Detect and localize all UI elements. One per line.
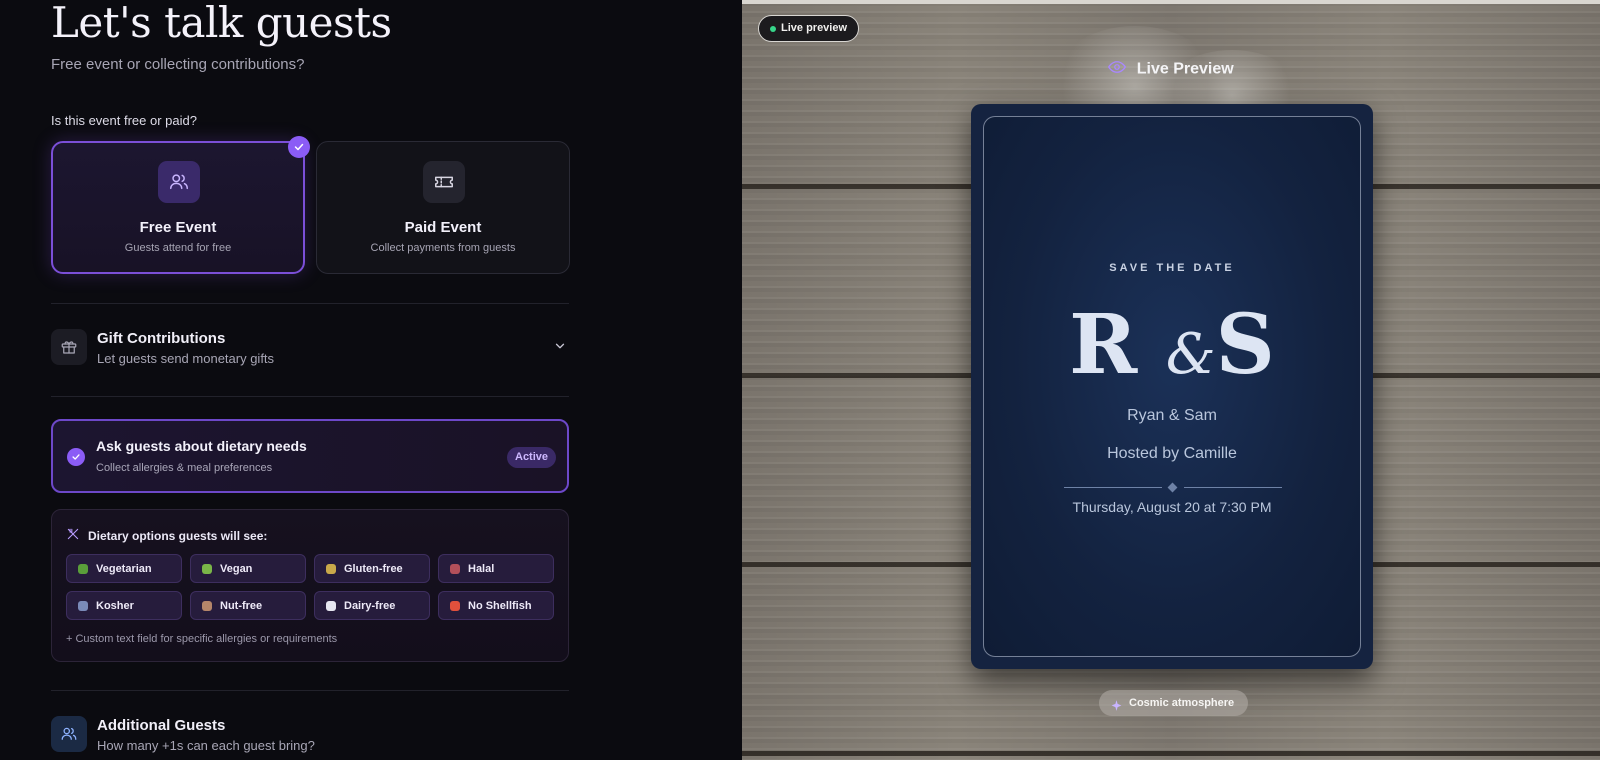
paid-event-title: Paid Event — [404, 219, 482, 236]
save-the-date-kicker: SAVE THE DATE — [1109, 262, 1235, 274]
users-icon — [51, 716, 87, 752]
event-date: Thursday, August 20 at 7:30 PM — [1072, 499, 1272, 515]
page-subtitle: Free event or collecting contributions? — [51, 56, 305, 73]
free-event-option[interactable]: Free Event Guests attend for free — [51, 141, 305, 274]
divider — [51, 396, 569, 397]
vegan-icon — [202, 563, 212, 574]
check-icon — [67, 448, 85, 466]
gift-contributions-title[interactable]: Gift Contributions — [97, 330, 225, 347]
dairy-free-icon — [326, 600, 336, 611]
gluten-free-icon — [326, 563, 336, 574]
divider — [51, 690, 569, 691]
dietary-needs-description: Collect allergies & meal preferences — [96, 462, 273, 474]
live-preview-title: Live Preview — [742, 60, 1600, 79]
chip-nut-free[interactable]: Nut-free — [190, 591, 306, 620]
chevron-down-icon[interactable] — [553, 339, 567, 358]
gift-icon — [51, 329, 87, 365]
chip-vegetarian[interactable]: Vegetarian — [66, 554, 182, 583]
dietary-options-heading: Dietary options guests will see: — [66, 527, 267, 544]
paid-event-option[interactable]: Paid Event Collect payments from guests — [316, 141, 570, 274]
paid-event-description: Collect payments from guests — [370, 242, 516, 254]
invitation-card-inner: SAVE THE DATE R &S Ryan & Sam Hosted by … — [983, 116, 1361, 657]
utensils-icon — [66, 527, 80, 544]
free-event-title: Free Event — [139, 219, 217, 236]
monogram: R &S — [1069, 297, 1275, 393]
gift-contributions-description: Let guests send monetary gifts — [97, 351, 275, 366]
additional-guests-description: How many +1s can each guest bring? — [97, 738, 315, 753]
chip-dairy-free[interactable]: Dairy-free — [314, 591, 430, 620]
nut-free-icon — [202, 600, 212, 611]
dietary-needs-toggle[interactable]: Ask guests about dietary needs Collect a… — [51, 419, 569, 493]
additional-guests-title[interactable]: Additional Guests — [97, 717, 225, 734]
atmosphere-chip[interactable]: Cosmic atmosphere — [1099, 690, 1249, 716]
chip-vegan[interactable]: Vegan — [190, 554, 306, 583]
kosher-icon — [78, 600, 88, 611]
users-icon — [158, 161, 200, 203]
dietary-needs-title: Ask guests about dietary needs — [96, 438, 307, 454]
page-title: Let's talk guests — [51, 0, 392, 47]
ornament-divider — [1064, 482, 1282, 493]
eye-icon — [1108, 60, 1127, 79]
pricing-question: Is this event free or paid? — [51, 113, 197, 128]
chip-halal[interactable]: Halal — [438, 554, 554, 583]
chip-gluten-free[interactable]: Gluten-free — [314, 554, 430, 583]
invitation-card: SAVE THE DATE R &S Ryan & Sam Hosted by … — [971, 104, 1373, 669]
custom-field-note: + Custom text field for specific allergi… — [66, 633, 338, 645]
divider — [51, 303, 569, 304]
couple-names: Ryan & Sam — [1127, 407, 1217, 424]
dietary-options-panel: Dietary options guests will see: Vegetar… — [51, 509, 569, 662]
live-preview-chip: Live preview — [758, 15, 860, 42]
preview-panel: Live preview Live Preview SAVE THE DATE … — [742, 0, 1600, 760]
ticket-icon — [423, 161, 465, 203]
divider — [742, 0, 1600, 4]
settings-panel: Let's talk guests Free event or collecti… — [0, 0, 742, 760]
live-status-dot-icon — [770, 26, 776, 32]
selected-check-icon — [288, 136, 310, 158]
no-shellfish-icon — [450, 600, 460, 611]
dietary-chip-grid: Vegetarian Vegan Gluten-free Halal Koshe… — [66, 554, 554, 620]
chip-no-shellfish[interactable]: No Shellfish — [438, 591, 554, 620]
halal-icon — [450, 563, 460, 574]
free-event-description: Guests attend for free — [124, 242, 232, 254]
chip-kosher[interactable]: Kosher — [66, 591, 182, 620]
host-line: Hosted by Camille — [1107, 445, 1237, 462]
vegetarian-icon — [78, 563, 88, 574]
sparkle-icon — [1110, 696, 1123, 722]
status-badge: Active — [507, 447, 557, 468]
